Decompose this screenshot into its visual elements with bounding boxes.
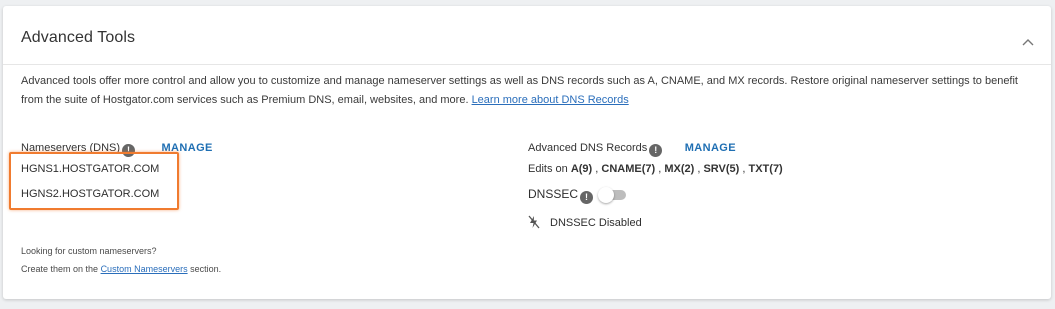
dns-records-label: Advanced DNS Records (528, 142, 648, 154)
card-title: Advanced Tools (21, 29, 136, 46)
dns-edits-summary: Edits on A(9) , CNAME(7) , MX(2) , SRV(5… (528, 163, 783, 175)
edit-count-txt: TXT(7) (748, 163, 783, 175)
custom-ns-suffix: section. (190, 264, 222, 274)
dns-records-header: Advanced DNS Records! MANAGE (528, 138, 736, 157)
card-header[interactable]: Advanced Tools (3, 6, 1051, 65)
advanced-tools-card: Advanced Tools Advanced tools offer more… (3, 6, 1051, 299)
learn-more-link[interactable]: Learn more about DNS Records (472, 94, 629, 106)
chevron-up-icon[interactable] (1021, 37, 1035, 47)
dns-records-manage-button[interactable]: MANAGE (685, 142, 736, 154)
dnssec-label: DNSSEC (528, 187, 579, 201)
nameservers-highlight-box (9, 152, 179, 210)
edit-count-a: A(9) (570, 163, 593, 175)
custom-ns-create-line: Create them on the Custom Nameservers se… (21, 264, 221, 274)
dnssec-toggle[interactable] (598, 186, 627, 203)
toggle-knob (598, 186, 615, 203)
nameserver-1: HGNS1.HOSTGATOR.COM (21, 163, 160, 175)
custom-nameservers-link[interactable]: Custom Nameservers (101, 264, 188, 274)
edit-count-srv: SRV(5) (703, 163, 740, 175)
card-description: Advanced tools offer more control and al… (21, 72, 1031, 110)
edits-prefix: Edits on (528, 163, 568, 175)
custom-ns-prompt: Looking for custom nameservers? (21, 246, 157, 256)
info-icon[interactable]: ! (649, 144, 663, 157)
info-icon[interactable]: ! (580, 191, 594, 204)
custom-ns-prefix: Create them on the (21, 264, 99, 274)
edit-count-cname: CNAME(7) (601, 163, 656, 175)
dnssec-row: DNSSEC! (528, 186, 627, 204)
nameserver-2: HGNS2.HOSTGATOR.COM (21, 188, 160, 200)
dnssec-status-text: DNSSEC Disabled (550, 217, 642, 229)
edit-count-mx: MX(2) (664, 163, 695, 175)
lightning-off-icon (528, 215, 540, 229)
dnssec-status: DNSSEC Disabled (528, 215, 642, 229)
